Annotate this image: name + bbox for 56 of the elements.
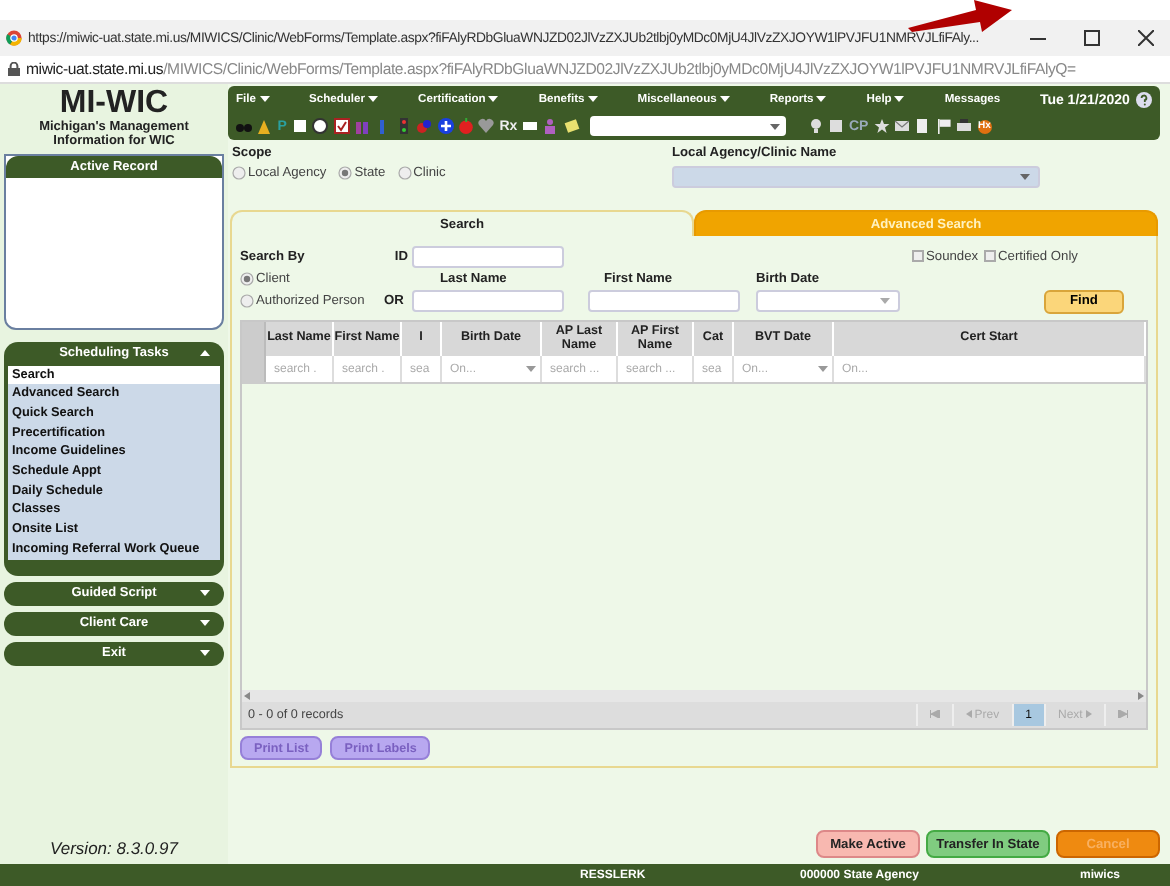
envelope-icon[interactable] <box>893 118 910 134</box>
radio-button[interactable] <box>397 166 412 180</box>
caret-down-icon <box>818 366 828 372</box>
lightbulb-icon[interactable] <box>807 118 824 134</box>
caret-down-icon <box>720 96 730 102</box>
id-field[interactable] <box>412 245 564 267</box>
page-icon[interactable] <box>914 118 931 134</box>
caret-down-icon <box>200 650 210 656</box>
caret-down-icon <box>259 96 270 102</box>
browser-logo-icon <box>6 30 22 46</box>
lock-icon <box>8 62 20 76</box>
caret-down-icon <box>200 590 210 596</box>
traffic-light-icon[interactable] <box>395 118 412 134</box>
horizontal-scrollbar[interactable] <box>242 690 1146 702</box>
arrow-annotation <box>908 0 1012 32</box>
radio-button[interactable] <box>338 166 353 180</box>
maximize-icon <box>1084 30 1100 46</box>
note-icon[interactable] <box>563 118 580 134</box>
plus-icon[interactable] <box>437 118 454 134</box>
caret-down-icon <box>587 96 598 102</box>
checkbox[interactable] <box>912 250 924 262</box>
caret-down-icon <box>880 298 890 304</box>
checkbox[interactable] <box>984 250 997 262</box>
help-icon[interactable] <box>1135 92 1152 108</box>
caret-down-icon <box>200 620 210 626</box>
scroll-right-icon[interactable] <box>1138 692 1144 700</box>
card-icon[interactable] <box>522 118 539 134</box>
radio-button[interactable] <box>240 294 254 308</box>
caret-down-icon <box>770 123 781 129</box>
last-name-field[interactable] <box>412 290 564 312</box>
binoculars-icon[interactable] <box>236 118 252 134</box>
radio-button[interactable] <box>232 166 246 180</box>
heart-icon[interactable] <box>478 118 495 134</box>
version-label: Version: 8.3.0.97 <box>48 838 181 862</box>
scroll-left-icon[interactable] <box>244 692 250 700</box>
close-icon <box>1138 30 1154 46</box>
caret-up-icon <box>200 350 210 357</box>
caret-left-icon <box>965 709 972 717</box>
checkbox-icon[interactable] <box>333 118 350 134</box>
caret-down-icon <box>368 96 379 102</box>
flag-icon[interactable] <box>935 118 952 134</box>
last-page-icon <box>1118 709 1128 717</box>
caret-down-icon <box>526 366 536 372</box>
caret-down-icon <box>1020 174 1030 180</box>
printer-icon[interactable] <box>956 118 973 134</box>
star-icon[interactable] <box>873 118 890 134</box>
caret-down-icon <box>488 96 499 102</box>
caret-down-icon <box>894 96 905 102</box>
caret-down-icon <box>816 96 827 102</box>
birth-date-dropdown[interactable] <box>756 290 900 312</box>
radio-button[interactable] <box>240 271 254 285</box>
minimize-icon <box>1030 37 1046 39</box>
logo-title: MI-WIC <box>57 86 171 120</box>
first-name-field[interactable] <box>588 290 740 312</box>
caret-right-icon <box>1086 709 1092 717</box>
first-page-icon <box>929 709 940 717</box>
